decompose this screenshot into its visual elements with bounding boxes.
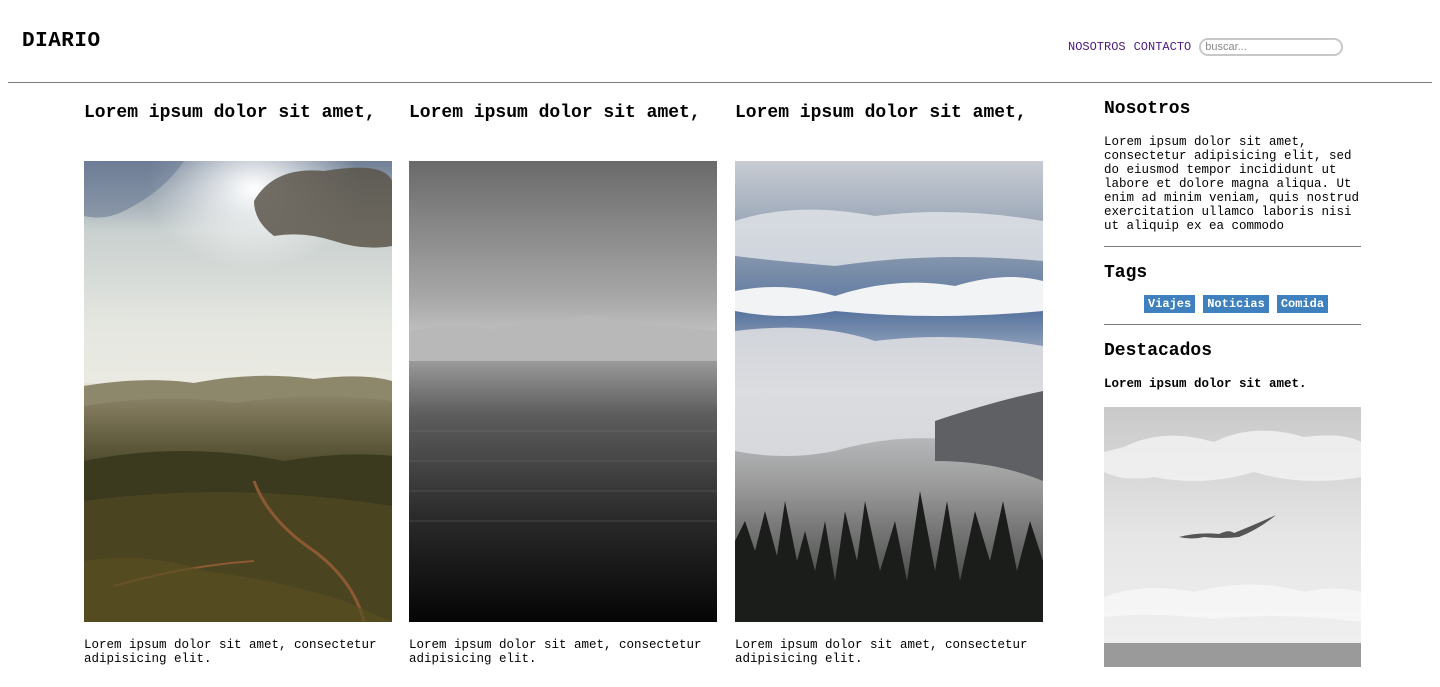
tag-list: Viajes Noticias Comida [1144,295,1361,313]
article-title[interactable]: Lorem ipsum dolor sit amet, [735,103,1043,161]
site-header: DIARIO NOSOTROS CONTACTO [0,0,1440,82]
sidebar-divider [1104,324,1361,325]
tags-heading: Tags [1104,263,1148,283]
featured-item-title[interactable]: Lorem ipsum dolor sit amet. [1104,377,1361,391]
article-image-landscape[interactable] [84,161,392,622]
article-image-sea[interactable] [409,161,717,622]
tag-noticias[interactable]: Noticias [1203,295,1269,313]
site-logo[interactable]: DIARIO [22,30,101,53]
sidebar: Nosotros Lorem ipsum dolor sit amet, con… [1104,97,1361,667]
article-card: Lorem ipsum dolor sit amet, Lorem ipsum … [409,103,717,666]
tag-comida[interactable]: Comida [1276,295,1329,313]
about-text: Lorem ipsum dolor sit amet, consectetur … [1104,135,1360,233]
article-title[interactable]: Lorem ipsum dolor sit amet, [409,103,717,161]
article-card: Lorem ipsum dolor sit amet, Lorem ipsum … [735,103,1043,666]
search-input[interactable] [1199,38,1344,56]
nav-link-nosotros[interactable]: NOSOTROS [1068,40,1126,54]
featured-heading: Destacados [1104,341,1213,361]
article-excerpt: Lorem ipsum dolor sit amet, consectetur … [409,638,702,666]
nav-link-contacto[interactable]: CONTACTO [1134,40,1192,54]
sidebar-divider [1104,246,1361,247]
article-card: Lorem ipsum dolor sit amet, Lorem ipsum … [84,103,392,666]
article-excerpt: Lorem ipsum dolor sit amet, consectetur … [735,638,1028,666]
article-title[interactable]: Lorem ipsum dolor sit amet, [84,103,392,161]
featured-image-bird[interactable] [1104,407,1361,667]
header-divider [8,82,1432,83]
about-heading: Nosotros [1104,99,1191,119]
tag-viajes[interactable]: Viajes [1144,295,1196,313]
article-excerpt: Lorem ipsum dolor sit amet, consectetur … [84,638,377,666]
main-nav: NOSOTROS CONTACTO [1068,38,1344,56]
article-image-forest[interactable] [735,161,1043,622]
